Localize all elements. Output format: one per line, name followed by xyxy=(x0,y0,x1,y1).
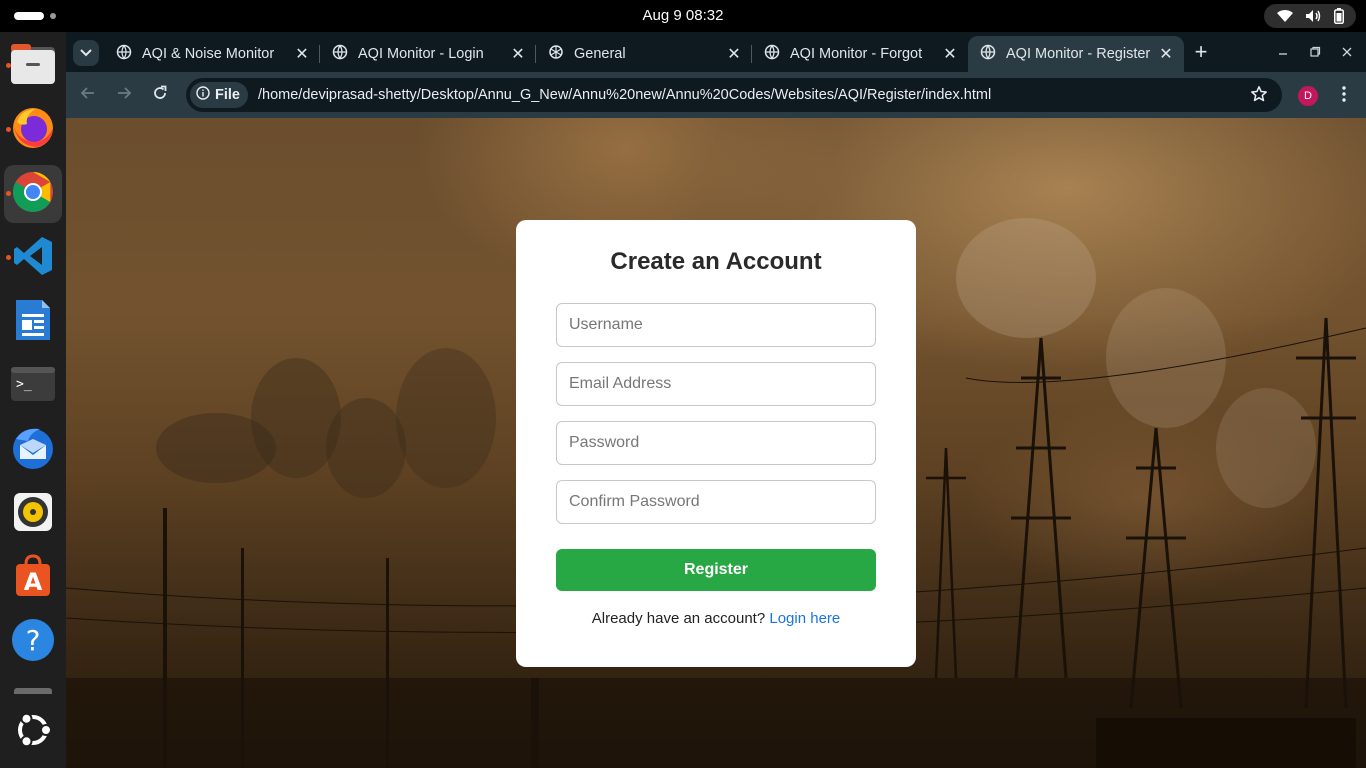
tab-title: AQI Monitor - Forgot xyxy=(790,46,923,62)
back-button[interactable] xyxy=(74,81,102,109)
close-icon xyxy=(1341,45,1353,61)
tab-title: AQI & Noise Monitor xyxy=(142,46,275,62)
files-icon xyxy=(10,43,56,90)
globe-icon xyxy=(332,44,348,64)
thunderbird-icon xyxy=(10,425,56,476)
vscode-icon xyxy=(12,235,54,282)
confirm-password-field[interactable] xyxy=(556,480,876,524)
terminal-icon: >_ xyxy=(10,366,56,407)
dock-help[interactable]: ? xyxy=(4,613,62,671)
globe-icon xyxy=(980,44,996,64)
svg-text:>_: >_ xyxy=(16,377,32,392)
tab-aqi-register[interactable]: AQI Monitor - Register ✕ xyxy=(968,36,1184,72)
login-prompt-text: Already have an account? xyxy=(591,610,766,627)
dock-rhythmbox[interactable] xyxy=(4,485,62,543)
running-indicator xyxy=(6,191,11,196)
email-field[interactable] xyxy=(556,362,876,406)
chevron-down-icon xyxy=(80,44,92,62)
close-icon[interactable]: ✕ xyxy=(1158,46,1174,63)
maximize-button[interactable] xyxy=(1302,40,1328,66)
close-icon[interactable]: ✕ xyxy=(294,46,310,63)
register-button[interactable]: Register xyxy=(556,549,876,591)
address-bar[interactable]: File /home/deviprasad-shetty/Desktop/Ann… xyxy=(186,78,1282,112)
dock: >_ A ? xyxy=(0,32,66,768)
tab-aqi-noise-monitor[interactable]: AQI & Noise Monitor ✕ xyxy=(104,36,320,72)
restore-icon xyxy=(1309,45,1321,61)
browser-window: AQI & Noise Monitor ✕ AQI Monitor - Logi… xyxy=(66,32,1366,768)
browser-toolbar: File /home/deviprasad-shetty/Desktop/Ann… xyxy=(66,72,1366,118)
svg-text:?: ? xyxy=(26,624,41,657)
chrome-icon xyxy=(11,170,55,219)
dock-terminal[interactable]: >_ xyxy=(4,357,62,415)
register-card: Create an Account Register Already have … xyxy=(516,220,916,667)
page-title: Create an Account xyxy=(610,248,822,275)
new-tab-button[interactable]: + xyxy=(1188,40,1214,66)
close-icon[interactable]: ✕ xyxy=(726,46,742,63)
dock-chrome[interactable] xyxy=(4,165,62,223)
arrow-right-icon xyxy=(116,85,132,106)
login-link[interactable]: Login here xyxy=(769,610,840,627)
firefox-icon xyxy=(11,106,55,155)
more-vert-icon xyxy=(1342,85,1346,107)
tab-title: General xyxy=(574,46,626,62)
rhythmbox-icon xyxy=(13,492,53,537)
bookmark-star-icon[interactable] xyxy=(1250,85,1268,108)
dock-app-center[interactable]: A xyxy=(4,549,62,607)
battery-icon xyxy=(1334,8,1345,24)
dock-writer[interactable] xyxy=(4,293,62,351)
ubuntu-icon xyxy=(13,710,53,755)
openai-icon xyxy=(548,44,564,64)
password-field[interactable] xyxy=(556,421,876,465)
workspace-dot xyxy=(50,13,56,19)
scheme-label: File xyxy=(215,87,240,103)
running-indicator xyxy=(6,255,11,260)
tab-general[interactable]: General ✕ xyxy=(536,36,752,72)
login-prompt-line: Already have an account? Login here xyxy=(516,610,916,627)
plus-icon: + xyxy=(1194,39,1208,64)
minimize-icon xyxy=(1277,45,1289,61)
info-icon xyxy=(196,86,210,104)
close-icon[interactable]: ✕ xyxy=(942,46,958,63)
forward-button[interactable] xyxy=(110,81,138,109)
username-field[interactable] xyxy=(556,303,876,347)
tab-title: AQI Monitor - Register xyxy=(1006,46,1151,62)
tab-search-button[interactable] xyxy=(73,40,99,66)
tab-title: AQI Monitor - Login xyxy=(358,46,484,62)
reload-button[interactable] xyxy=(146,81,174,109)
writer-icon xyxy=(14,298,52,347)
url-text[interactable]: /home/deviprasad-shetty/Desktop/Annu_G_N… xyxy=(258,87,991,103)
top-bar: Aug 9 08:32 xyxy=(0,0,1366,32)
activities-indicator[interactable] xyxy=(14,12,56,20)
running-indicator xyxy=(6,127,11,132)
minimize-button[interactable] xyxy=(1270,40,1296,66)
tab-aqi-forgot[interactable]: AQI Monitor - Forgot ✕ xyxy=(752,36,968,72)
dock-overflow-peek xyxy=(14,688,52,694)
tab-aqi-login[interactable]: AQI Monitor - Login ✕ xyxy=(320,36,536,72)
tab-strip: AQI & Noise Monitor ✕ AQI Monitor - Logi… xyxy=(66,32,1366,72)
system-tray[interactable] xyxy=(1264,4,1356,28)
site-info-chip[interactable]: File xyxy=(190,82,248,108)
close-window-button[interactable] xyxy=(1334,40,1360,66)
dock-vscode[interactable] xyxy=(4,229,62,287)
volume-icon xyxy=(1305,9,1323,23)
wifi-icon xyxy=(1276,9,1294,23)
profile-avatar[interactable]: D xyxy=(1298,86,1318,106)
running-indicator xyxy=(6,63,11,68)
reload-icon xyxy=(152,85,168,106)
close-icon[interactable]: ✕ xyxy=(510,46,526,63)
arrow-left-icon xyxy=(80,85,96,106)
app-center-icon: A xyxy=(14,553,52,603)
dock-show-apps[interactable] xyxy=(4,703,62,761)
dock-files[interactable] xyxy=(4,37,62,95)
globe-icon xyxy=(764,44,780,64)
page-viewport: Create an Account Register Already have … xyxy=(66,118,1366,768)
clock[interactable]: Aug 9 08:32 xyxy=(0,0,1366,32)
globe-icon xyxy=(116,44,132,64)
dock-firefox[interactable] xyxy=(4,101,62,159)
svg-text:A: A xyxy=(24,568,43,596)
menu-button[interactable] xyxy=(1332,84,1356,108)
workspace-active-pill xyxy=(14,12,44,20)
help-icon: ? xyxy=(11,618,55,667)
dock-thunderbird[interactable] xyxy=(4,421,62,479)
